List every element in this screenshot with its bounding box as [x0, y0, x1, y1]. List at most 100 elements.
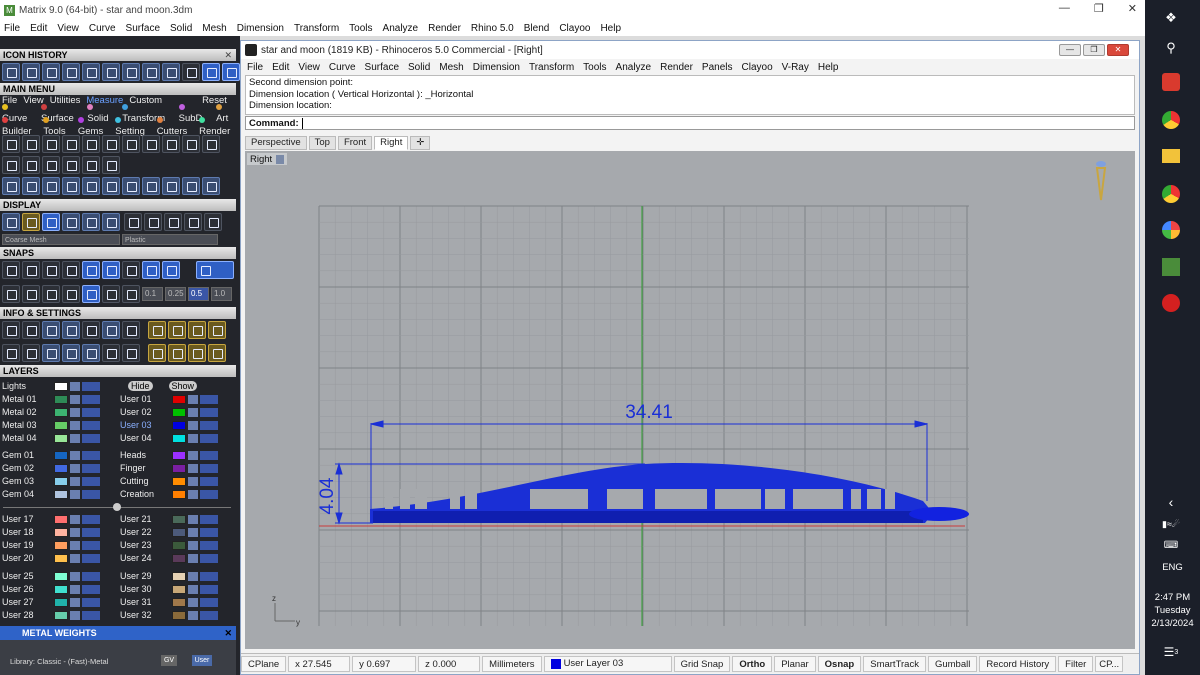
layer-lock-icon[interactable] — [188, 407, 198, 417]
command-history[interactable]: Second dimension point: Dimension locati… — [245, 75, 1135, 115]
dimension-tool-icon[interactable] — [122, 135, 140, 153]
text-tool-icon[interactable] — [22, 156, 40, 174]
layer-color-swatch[interactable] — [54, 571, 68, 581]
layer-color-swatch[interactable] — [172, 610, 186, 620]
rh-menu-view[interactable]: View — [298, 62, 320, 73]
menu-mesh[interactable]: Mesh — [202, 23, 226, 34]
dimension-tool-icon[interactable] — [42, 135, 60, 153]
layer-lock-icon[interactable] — [188, 540, 198, 550]
dimension-tool-icon[interactable] — [102, 156, 120, 174]
material-icon[interactable] — [124, 213, 142, 231]
layer-visibility-toggle[interactable] — [82, 553, 100, 563]
vray-icon[interactable] — [1162, 294, 1180, 312]
tool-icon[interactable] — [42, 177, 60, 195]
layer-color-swatch[interactable] — [172, 553, 186, 563]
layer-row[interactable]: Gem 03 — [0, 475, 100, 487]
layer-row[interactable]: User 30 — [118, 583, 218, 595]
dimension-tool-icon[interactable] — [142, 135, 160, 153]
info-icon[interactable] — [208, 321, 226, 339]
snap-point-icon[interactable] — [42, 261, 60, 279]
layer-lock-icon[interactable] — [70, 597, 80, 607]
layer-lock-icon[interactable] — [188, 514, 198, 524]
layer-color-swatch[interactable] — [54, 463, 68, 473]
layer-row[interactable]: User 22 — [118, 526, 218, 538]
layer-lock-icon[interactable] — [188, 553, 198, 563]
layer-color-swatch[interactable] — [172, 463, 186, 473]
gv-button[interactable]: GV — [161, 655, 177, 666]
layer-visibility-toggle[interactable] — [200, 514, 218, 524]
layer-color-swatch[interactable] — [172, 394, 186, 404]
display-mode-icon[interactable] — [22, 213, 40, 231]
snap-icon[interactable] — [42, 285, 60, 303]
layer-lock-icon[interactable] — [188, 597, 198, 607]
rh-menu-help[interactable]: Help — [818, 62, 839, 73]
menu-surface[interactable]: Surface — [126, 23, 160, 34]
tool-icon[interactable] — [22, 63, 40, 81]
layer-visibility-toggle[interactable] — [200, 450, 218, 460]
layer-visibility-toggle[interactable] — [82, 610, 100, 620]
layer-visibility-toggle[interactable] — [200, 394, 218, 404]
tool-icon[interactable] — [102, 177, 120, 195]
settings-icon[interactable] — [2, 321, 20, 339]
layer-lock-icon[interactable] — [188, 489, 198, 499]
info-icon[interactable] — [62, 321, 80, 339]
dimension-tool-icon[interactable] — [82, 135, 100, 153]
layer-visibility-toggle[interactable] — [200, 540, 218, 550]
layer-row[interactable]: Finger — [118, 462, 218, 474]
layer-lock-icon[interactable] — [70, 407, 80, 417]
layer-visibility-toggle[interactable] — [200, 553, 218, 563]
maximize-icon[interactable]: ❐ — [1094, 2, 1104, 15]
menu-curve[interactable]: Curve — [89, 23, 116, 34]
app-color-icon[interactable] — [1162, 221, 1180, 239]
layer-lock-icon[interactable] — [70, 463, 80, 473]
layer-row[interactable]: User 20 — [0, 552, 100, 564]
display-mode-icon[interactable] — [102, 213, 120, 231]
close-icon[interactable]: ✕ — [224, 49, 232, 61]
info-icon[interactable] — [122, 344, 140, 362]
layer-lock-icon[interactable] — [188, 433, 198, 443]
menu-clayoo[interactable]: Clayoo — [559, 23, 590, 34]
layer-color-swatch[interactable] — [172, 420, 186, 430]
snap-mid-icon[interactable] — [62, 261, 80, 279]
layer-row[interactable]: User 29 — [118, 570, 218, 582]
keyboard-icon[interactable]: ⌨ — [1158, 533, 1184, 557]
right-viewport[interactable]: 34.41 4.04 z y Right — [245, 151, 1135, 649]
info-icon[interactable] — [42, 321, 60, 339]
tool-icon[interactable] — [2, 177, 20, 195]
layer-lock-icon[interactable] — [188, 420, 198, 430]
layer-row[interactable]: Metal 01 — [0, 393, 100, 405]
layer-color-swatch[interactable] — [54, 394, 68, 404]
info-icon[interactable] — [208, 344, 226, 362]
layer-lock-icon[interactable] — [70, 450, 80, 460]
icon-history-header[interactable]: ICON HISTORY ✕ — [0, 49, 236, 61]
layer-color-swatch[interactable] — [54, 610, 68, 620]
move-icon[interactable] — [82, 177, 100, 195]
layer-color-swatch[interactable] — [172, 527, 186, 537]
layer-row[interactable]: User 31 — [118, 596, 218, 608]
close-icon[interactable]: ✕ — [1128, 2, 1137, 15]
dimension-tool-icon[interactable] — [182, 135, 200, 153]
layer-lock-icon[interactable] — [188, 610, 198, 620]
layer-row[interactable]: User 23 — [118, 539, 218, 551]
layer-row[interactable]: User 27 — [0, 596, 100, 608]
layer-color-swatch[interactable] — [172, 514, 186, 524]
info-icon[interactable] — [62, 344, 80, 362]
info-icon[interactable] — [22, 344, 40, 362]
layer-visibility-toggle[interactable] — [82, 597, 100, 607]
grid-snap-toggle[interactable]: Grid Snap — [673, 655, 731, 672]
snap-icon[interactable] — [22, 285, 40, 303]
tab-top[interactable]: Top — [308, 136, 336, 150]
menu-dimension[interactable]: Dimension — [237, 23, 284, 34]
dimension-tool-icon[interactable] — [2, 156, 20, 174]
layer-visibility-toggle[interactable] — [200, 584, 218, 594]
layer-lock-icon[interactable] — [188, 571, 198, 581]
material-icon[interactable] — [184, 213, 202, 231]
layer-lock-icon[interactable] — [70, 381, 80, 391]
layer-visibility-toggle[interactable] — [82, 476, 100, 486]
layer-row[interactable]: Gem 01 — [0, 449, 100, 461]
rh-menu-render[interactable]: Render — [660, 62, 693, 73]
ortho-toggle[interactable]: Ortho — [732, 655, 773, 672]
minimize-icon[interactable]: — — [1059, 44, 1081, 56]
rh-menu-analyze[interactable]: Analyze — [616, 62, 652, 73]
status-cplane[interactable]: CPlane — [241, 655, 287, 672]
